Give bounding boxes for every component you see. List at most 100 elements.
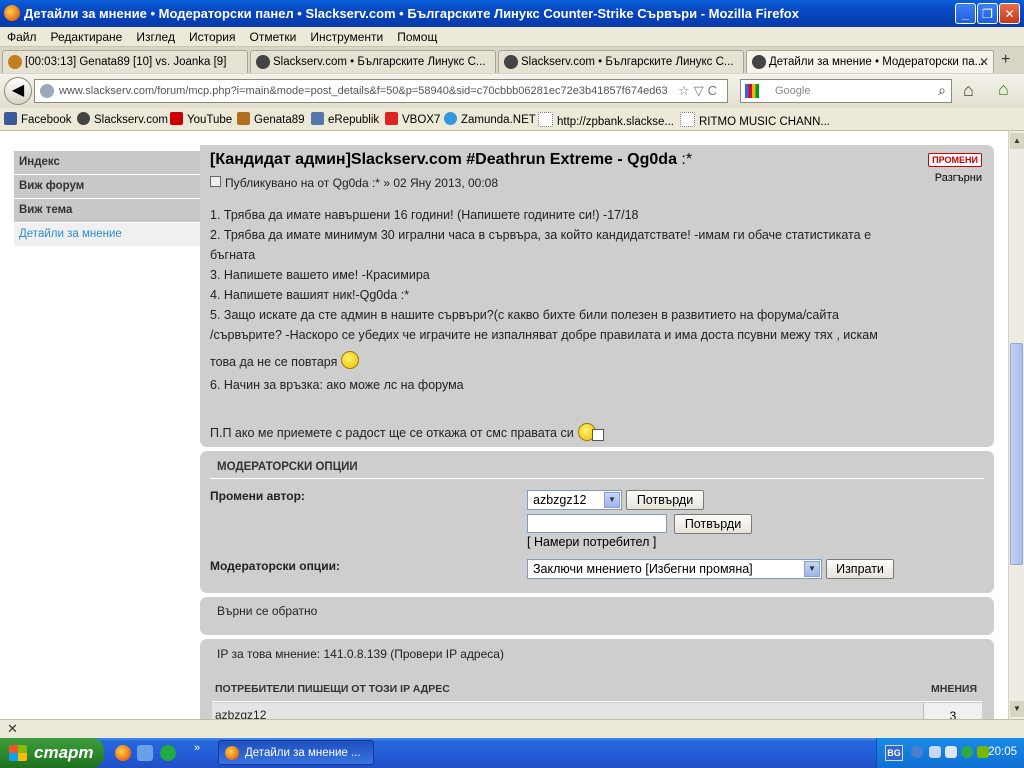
nvidia-icon[interactable] bbox=[977, 746, 989, 758]
bookmark-zpbank[interactable]: http://zpbank.slackse... bbox=[538, 112, 674, 128]
quicklaunch-expand-icon[interactable]: » bbox=[194, 742, 200, 754]
ip-panel: IP за това мнение: 141.0.8.139 (Провери … bbox=[200, 639, 994, 719]
sidebar-item-post-details[interactable]: Детайли за мнение bbox=[14, 223, 200, 247]
moderator-side-menu: Индекс Виж форум Виж тема Детайли за мне… bbox=[14, 151, 200, 247]
bookmark-erepublik[interactable]: eRepublik bbox=[311, 112, 379, 126]
taskbar-firefox-window[interactable]: Детайли за мнение ... bbox=[218, 740, 374, 765]
url-controls-icon[interactable]: ☆▽C bbox=[678, 83, 721, 99]
close-button[interactable]: ✕ bbox=[999, 3, 1020, 24]
zamunda-icon bbox=[444, 112, 457, 125]
start-button[interactable]: старт bbox=[0, 738, 104, 768]
edit-post-button[interactable]: ПРОМЕНИ bbox=[928, 153, 982, 167]
tab-2[interactable]: Slackserv.com • Българските Линукс C... bbox=[250, 50, 496, 73]
menu-bookmarks[interactable]: Отметки bbox=[243, 27, 304, 44]
genata-icon bbox=[237, 112, 250, 125]
navigation-toolbar: ◀ www.slackserv.com/forum/mcp.php?i=main… bbox=[0, 74, 1024, 109]
user-link[interactable]: azbzgz12 bbox=[215, 708, 266, 719]
url-text: www.slackserv.com/forum/mcp.php?i=main&m… bbox=[59, 85, 668, 97]
menu-tools[interactable]: Инструменти bbox=[303, 27, 390, 44]
find-user-link[interactable]: [ Намери потребител ] bbox=[527, 535, 656, 549]
post-author-link[interactable]: Qg0da :* bbox=[333, 176, 380, 190]
menu-edit[interactable]: Редактиране bbox=[44, 27, 130, 44]
tab-favicon-icon bbox=[256, 55, 270, 69]
menu-view[interactable]: Изглед bbox=[129, 27, 182, 44]
moderator-action-select[interactable]: Заключи мнението [Избегни промяна] ▼ bbox=[527, 559, 822, 579]
firefox-icon bbox=[225, 746, 239, 760]
tray-arrow-icon[interactable] bbox=[911, 746, 923, 758]
back-button[interactable]: ◀ bbox=[4, 77, 32, 105]
table-row: azbzgz12 3 bbox=[212, 703, 982, 719]
erepublik-icon bbox=[311, 112, 324, 125]
bookmark-youtube[interactable]: YouTube bbox=[170, 112, 232, 126]
tab-3[interactable]: Slackserv.com • Българските Линукс C... bbox=[498, 50, 744, 73]
globe-icon bbox=[40, 84, 54, 98]
network-icon[interactable] bbox=[929, 746, 941, 758]
smiley-icon bbox=[341, 351, 360, 369]
page-content: Индекс Виж форум Виж тема Детайли за мне… bbox=[0, 131, 1008, 719]
search-icon[interactable]: ⌕ bbox=[938, 82, 946, 99]
bookmark-vbox7[interactable]: VBOX7 bbox=[385, 112, 440, 126]
menu-file[interactable]: Файл bbox=[0, 27, 44, 44]
author-select[interactable]: azbzgz12 ▼ bbox=[527, 490, 622, 510]
addon-icon[interactable]: ⌂ bbox=[998, 79, 1009, 100]
bookmark-genata89[interactable]: Genata89 bbox=[237, 112, 305, 126]
facebook-icon bbox=[4, 112, 17, 125]
firefox-quicklaunch-icon[interactable] bbox=[115, 745, 131, 761]
expand-link[interactable]: Разгърни bbox=[935, 172, 982, 184]
go-back-panel: Върни се обратно bbox=[200, 597, 994, 635]
language-indicator[interactable]: BG bbox=[885, 745, 903, 761]
dropdown-arrow-icon: ▼ bbox=[604, 492, 620, 508]
bookmark-facebook[interactable]: Facebook bbox=[4, 112, 72, 126]
search-input[interactable]: Google ⌕ bbox=[740, 79, 952, 103]
slackserv-icon bbox=[77, 112, 90, 125]
confirm-name-button[interactable]: Потвърди bbox=[674, 514, 752, 534]
tab-label: [00:03:13] Genata89 [10] vs. Joanka [9] bbox=[25, 56, 227, 68]
status-bar: ✕ bbox=[0, 719, 1024, 739]
go-back-link[interactable]: Върни се обратно bbox=[217, 604, 317, 618]
bookmark-ritmo[interactable]: RITMO MUSIC CHANN... bbox=[680, 112, 830, 128]
sidebar-item-index[interactable]: Индекс bbox=[14, 151, 200, 175]
minimize-button[interactable]: _ bbox=[955, 3, 976, 24]
page-scrollbar[interactable]: ▲ ▼ bbox=[1008, 131, 1024, 719]
post-body: 1. Трябва да имате навършени 16 години! … bbox=[210, 208, 878, 441]
post-meta: Публикувано на от Qg0da :* » 02 Яну 2013… bbox=[210, 176, 498, 190]
tab-favicon-icon bbox=[8, 55, 22, 69]
tab-label: Slackserv.com • Българските Линукс C... bbox=[521, 56, 734, 68]
scroll-up-icon[interactable]: ▲ bbox=[1010, 133, 1024, 149]
change-author-label: Промени автор: bbox=[210, 489, 305, 503]
tab-label: Детайли за мнение • Модераторски па... bbox=[769, 56, 985, 68]
maximize-button[interactable]: ❐ bbox=[977, 3, 998, 24]
tab-active[interactable]: Детайли за мнение • Модераторски па... ✕ bbox=[746, 50, 994, 73]
home-icon[interactable]: ⌂ bbox=[963, 80, 974, 101]
dropdown-arrow-icon: ▼ bbox=[804, 561, 820, 577]
page-icon bbox=[538, 112, 553, 127]
scroll-thumb[interactable] bbox=[1010, 343, 1023, 565]
sidebar-item-view-forum[interactable]: Виж форум bbox=[14, 175, 200, 199]
menu-history[interactable]: История bbox=[182, 27, 243, 44]
sidebar-item-view-topic[interactable]: Виж тема bbox=[14, 199, 200, 223]
post-title: [Кандидат админ]Slackserv.com #Deathrun … bbox=[210, 151, 693, 168]
menu-help[interactable]: Помощ bbox=[390, 27, 444, 44]
new-tab-icon[interactable]: + bbox=[1001, 51, 1010, 69]
moderator-options-heading: МОДЕРАТОРСКИ ОПЦИИ bbox=[217, 461, 358, 473]
skype-quicklaunch-icon[interactable] bbox=[160, 745, 176, 761]
confirm-author-button[interactable]: Потвърди bbox=[626, 490, 704, 510]
send-button[interactable]: Изпрати bbox=[826, 559, 894, 579]
scroll-down-icon[interactable]: ▼ bbox=[1010, 701, 1024, 717]
moderator-options-panel: МОДЕРАТОРСКИ ОПЦИИ Промени автор: azbzgz… bbox=[200, 451, 994, 593]
bookmark-zamunda[interactable]: Zamunda.NET bbox=[444, 112, 536, 126]
volume-icon[interactable] bbox=[945, 746, 957, 758]
ie-quicklaunch-icon[interactable] bbox=[137, 745, 153, 761]
url-bar[interactable]: www.slackserv.com/forum/mcp.php?i=main&m… bbox=[34, 79, 728, 103]
bookmark-slackserv[interactable]: Slackserv.com bbox=[77, 112, 168, 126]
antivirus-icon[interactable] bbox=[961, 746, 973, 758]
smiley-writing-icon bbox=[577, 423, 604, 441]
page-icon bbox=[680, 112, 695, 127]
author-name-input[interactable] bbox=[527, 514, 667, 533]
close-addon-bar-icon[interactable]: ✕ bbox=[7, 721, 18, 737]
search-placeholder: Google bbox=[775, 85, 811, 97]
col-posts: МНЕНИЯ bbox=[930, 683, 977, 695]
bookmarks-toolbar: Facebook Slackserv.com YouTube Genata89 … bbox=[0, 108, 1024, 131]
tab-close-icon[interactable]: ✕ bbox=[979, 51, 989, 73]
tab-1[interactable]: [00:03:13] Genata89 [10] vs. Joanka [9] bbox=[2, 50, 248, 73]
